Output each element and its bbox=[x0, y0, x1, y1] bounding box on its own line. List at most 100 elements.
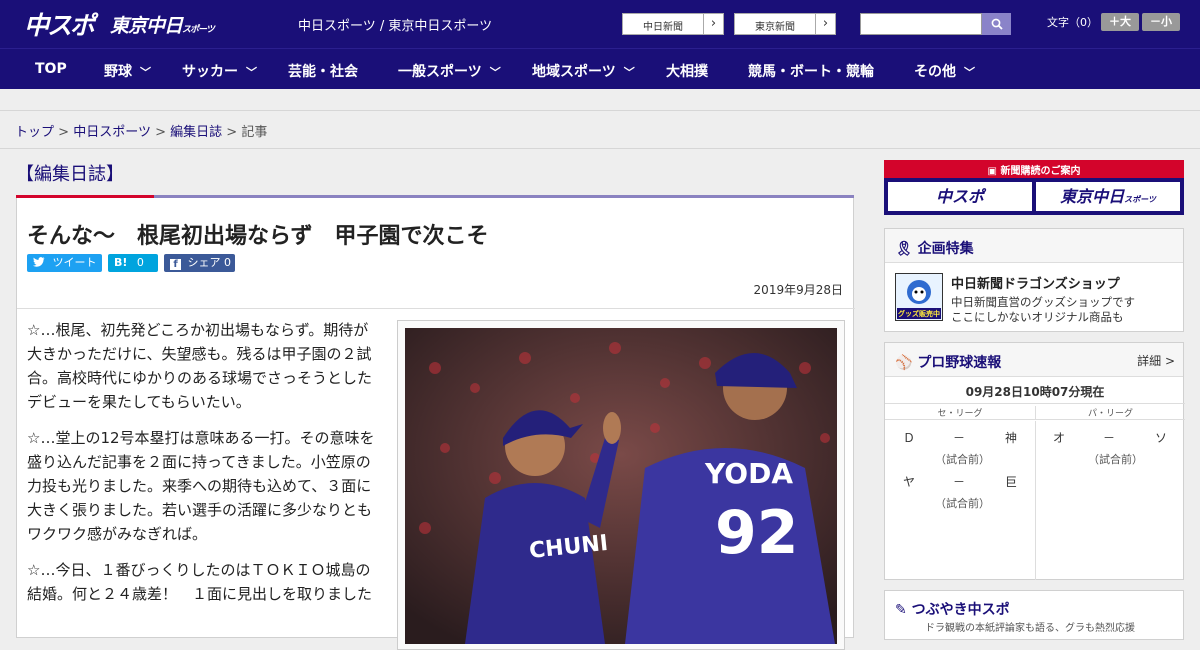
central-league-label: セ・リーグ bbox=[937, 409, 983, 419]
chunichi-sports-logo[interactable]: 中スポ bbox=[24, 6, 95, 42]
scores-timestamp: 09月28日10時07分現在 bbox=[965, 385, 1105, 399]
nav-sumo[interactable]: 大相撲 bbox=[666, 61, 708, 81]
facebook-label: シェア bbox=[187, 256, 221, 269]
paper-button-label: 東京新聞 bbox=[755, 22, 795, 33]
facebook-share-button[interactable]: f シェア 0 bbox=[164, 254, 235, 272]
subscribe-chunichi-sports[interactable]: 中スポ bbox=[888, 182, 1032, 211]
scores-header: ⚾ プロ野球速報 詳細 > bbox=[885, 343, 1183, 377]
logo-sub-text: 東京中日 bbox=[110, 15, 183, 37]
article-card: そんな～ 根尾初出場ならず 甲子園で次こそ ツイート B! 0 f シェア 0 … bbox=[16, 198, 855, 650]
jersey-number: 92 bbox=[715, 498, 799, 568]
subscribe-button-label: 東京中日 bbox=[1060, 187, 1125, 206]
font-size-label: 文字（0） bbox=[1047, 16, 1098, 29]
tweets-header: ✎ つぶやき中スポ bbox=[895, 599, 1010, 619]
facebook-count: 0 bbox=[224, 256, 231, 269]
chevron-down-icon: ﹀ bbox=[140, 66, 151, 79]
team-home: オ bbox=[1053, 431, 1066, 445]
article-date: 2019年9月28日 bbox=[753, 283, 843, 297]
facebook-icon: f bbox=[170, 259, 181, 270]
breadcrumb-separator: > bbox=[155, 125, 166, 140]
nav-label: 芸能・社会 bbox=[288, 64, 358, 80]
breadcrumb-top[interactable]: トップ bbox=[15, 125, 54, 140]
nav-label: 野球 bbox=[104, 64, 132, 80]
nav-label: 大相撲 bbox=[666, 64, 708, 80]
bird-icon: ✎ bbox=[895, 602, 912, 618]
nav-top[interactable]: TOP bbox=[35, 61, 67, 77]
shop-desc: 中日新聞直営のグッズショップです bbox=[951, 295, 1135, 309]
tokyo-shimbun-link[interactable]: 東京新聞 › bbox=[734, 13, 836, 35]
subscribe-button-small: スポーツ bbox=[1124, 195, 1156, 204]
special-feature-title: 企画特集 bbox=[917, 241, 974, 257]
game-status: （試合前） bbox=[935, 453, 990, 466]
tweets-title: つぶやき中スポ bbox=[911, 602, 1010, 618]
article-headline: そんな～ 根尾初出場ならず 甲子園で次こそ bbox=[27, 224, 489, 249]
nav-other[interactable]: その他 ﹀ bbox=[914, 61, 975, 81]
special-feature-box: 🎗 企画特集 グッズ販売中 中日新聞ドラゴンズショップ 中日新聞直営のグッズショ… bbox=[884, 228, 1184, 332]
chevron-down-icon: ﹀ bbox=[489, 66, 501, 79]
subscription-title-text: 新聞購読のご案内 bbox=[1000, 166, 1081, 177]
search-input[interactable] bbox=[860, 13, 982, 35]
chevron-right-icon: › bbox=[703, 14, 723, 34]
hatena-bookmark-button[interactable]: B! 0 bbox=[108, 254, 158, 272]
chunichi-shimbun-link[interactable]: 中日新聞 › bbox=[622, 13, 724, 35]
dragons-shop-thumbnail[interactable]: グッズ販売中 bbox=[895, 273, 943, 321]
nav-label: その他 bbox=[914, 64, 956, 80]
article-body: ☆…根尾、初先発どころか初出場もならず。期待が大きかっただけに、失望感も。残るは… bbox=[27, 318, 382, 618]
site-tagline[interactable]: 中日スポーツ / 東京中日スポーツ bbox=[298, 15, 492, 34]
baseball-scores-box: ⚾ プロ野球速報 詳細 > 09月28日10時07分現在 セ・リーグ パ・リーグ… bbox=[884, 342, 1185, 580]
breadcrumb-separator: > bbox=[226, 125, 238, 140]
league-headers: セ・リーグ パ・リーグ bbox=[885, 403, 1185, 420]
nav-regional-sports[interactable]: 地域スポーツ ﹀ bbox=[532, 61, 635, 81]
nav-label: 地域スポーツ bbox=[532, 64, 616, 80]
shop-title[interactable]: 中日新聞ドラゴンズショップ bbox=[951, 273, 1120, 292]
scores-detail-link[interactable]: 詳細 > bbox=[1137, 352, 1175, 369]
chevron-right-icon: › bbox=[815, 14, 835, 34]
nav-label: 一般スポーツ bbox=[398, 64, 482, 80]
breadcrumb-site[interactable]: 中日スポーツ bbox=[73, 125, 151, 140]
nav-label: サッカー bbox=[182, 64, 238, 80]
league-divider bbox=[1035, 421, 1036, 580]
ad-strip bbox=[0, 89, 1200, 111]
hatena-icon: B! bbox=[114, 256, 128, 269]
scores-title: プロ野球速報 bbox=[917, 355, 1002, 371]
subscription-box: ▣ 新聞購読のご案内 中スポ 東京中日スポーツ bbox=[884, 160, 1184, 215]
logo-sub-small: スポーツ bbox=[182, 25, 215, 35]
main-nav: TOP 野球 ﹀ サッカー ﹀ 芸能・社会 一般スポーツ ﹀ 地域スポーツ ﹀ 大相撲 … bbox=[0, 48, 1200, 89]
subscribe-tokyo-chunichi[interactable]: 東京中日スポーツ bbox=[1036, 182, 1180, 211]
tweet-label: ツイート bbox=[52, 256, 97, 269]
nav-racing[interactable]: 競馬・ボート・競輪 bbox=[748, 61, 874, 81]
nav-general-sports[interactable]: 一般スポーツ ﹀ bbox=[398, 61, 501, 81]
team-away: 巨 bbox=[1005, 475, 1018, 489]
newspaper-icon: ▣ bbox=[987, 166, 1001, 177]
breadcrumb: トップ > 中日スポーツ > 編集日誌 > 記事 bbox=[0, 111, 1200, 149]
top-header: 中スポ 東京中日スポーツ 中日スポーツ / 東京中日スポーツ 中日新聞 › 東京… bbox=[0, 0, 1200, 48]
nav-label: 競馬・ボート・競輪 bbox=[748, 64, 874, 80]
tweet-button[interactable]: ツイート bbox=[27, 254, 102, 272]
game-status: （試合前） bbox=[1088, 453, 1143, 466]
special-feature-header: 🎗 企画特集 bbox=[885, 229, 1183, 263]
paper-button-label: 中日新聞 bbox=[643, 22, 683, 33]
game-status: （試合前） bbox=[935, 497, 990, 510]
font-larger-button[interactable]: ＋大 bbox=[1101, 13, 1139, 31]
score-separator: － bbox=[1103, 431, 1116, 445]
nav-entertainment[interactable]: 芸能・社会 bbox=[288, 61, 358, 81]
article-photo[interactable]: CHUNI YODA 92 bbox=[405, 328, 837, 644]
tweets-subtitle: ドラ観戦の本紙評論家も語る、グラも熱烈応援 bbox=[925, 623, 1135, 634]
tokyo-chunichi-logo[interactable]: 東京中日スポーツ bbox=[110, 11, 215, 38]
players-high-five-image: CHUNI YODA 92 bbox=[405, 328, 837, 644]
score-separator: － bbox=[953, 431, 966, 445]
nav-soccer[interactable]: サッカー ﹀ bbox=[182, 61, 257, 81]
article-paragraph: ☆…堂上の12号本塁打は意味ある一打。その意味を盛り込んだ記事を２面に持ってきま… bbox=[27, 429, 375, 543]
article-paragraph: ☆…今日、１番びっくりしたのはＴＯＫＩＯ城島の結婚。何と２４歳差！ １面に見出し… bbox=[27, 561, 373, 603]
search-button[interactable] bbox=[982, 13, 1011, 35]
score-separator: － bbox=[953, 475, 966, 489]
tweets-box: ✎ つぶやき中スポ ドラ観戦の本紙評論家も語る、グラも熱烈応援 bbox=[884, 590, 1184, 640]
baseball-icon: ⚾ bbox=[895, 355, 918, 371]
nav-baseball[interactable]: 野球 ﹀ bbox=[104, 61, 151, 81]
chevron-down-icon: ﹀ bbox=[623, 66, 635, 79]
section-title: 【編集日誌】 bbox=[16, 164, 124, 185]
font-smaller-button[interactable]: －小 bbox=[1142, 13, 1180, 31]
twitter-bird-icon bbox=[33, 257, 45, 267]
breadcrumb-section[interactable]: 編集日誌 bbox=[170, 125, 222, 140]
team-home: ヤ bbox=[903, 475, 916, 489]
